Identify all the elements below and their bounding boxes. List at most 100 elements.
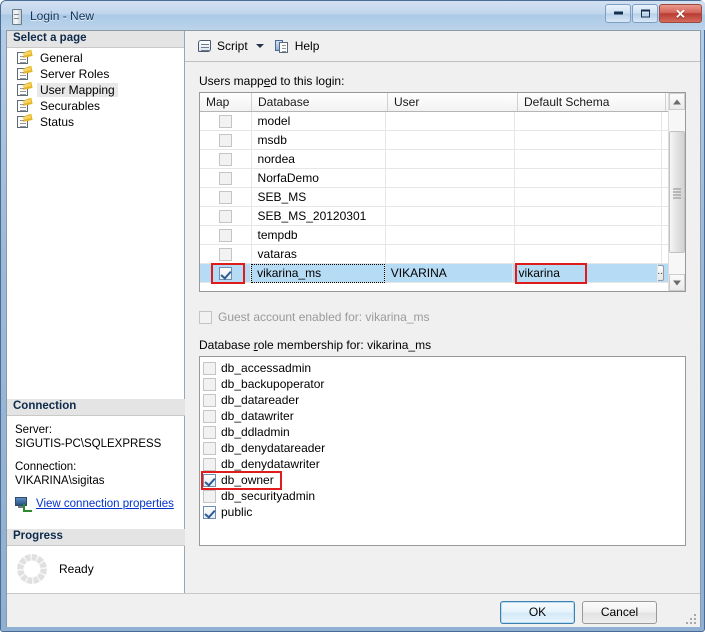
row-schema-cell[interactable] <box>515 112 663 131</box>
row-database-cell[interactable]: SEB_MS_20120301 <box>252 206 387 226</box>
map-checkbox[interactable] <box>218 171 232 185</box>
sidebar-item-server-roles[interactable]: Server Roles <box>7 66 184 82</box>
row-user-cell[interactable] <box>386 206 516 226</box>
row-database-cell[interactable]: vataras <box>252 244 387 264</box>
row-schema-cell[interactable] <box>515 225 663 245</box>
row-user-cell[interactable] <box>386 225 516 245</box>
sidebar-item-user-mapping[interactable]: User Mapping <box>7 82 184 98</box>
row-database-cell[interactable]: msdb <box>252 130 387 150</box>
table-row[interactable]: tempdb <box>200 225 668 245</box>
table-row[interactable]: SEB_MS_20120301 <box>200 206 668 226</box>
table-row[interactable]: NorfaDemo <box>200 168 668 188</box>
title-bar[interactable]: Login - New ✕ <box>1 1 705 30</box>
help-button[interactable]: Help <box>271 35 324 57</box>
row-user-cell[interactable] <box>386 187 516 207</box>
scroll-down-button[interactable] <box>669 274 685 291</box>
map-checkbox[interactable] <box>218 190 232 204</box>
row-user-cell[interactable] <box>386 112 516 131</box>
row-database-cell[interactable]: model <box>252 112 387 131</box>
row-user-cell[interactable] <box>386 244 516 264</box>
table-row[interactable]: SEB_MS <box>200 187 668 207</box>
sidebar-item-status[interactable]: Status <box>7 114 184 130</box>
list-item[interactable]: db_ddladmin <box>203 424 685 440</box>
role-checkbox[interactable] <box>203 489 216 503</box>
list-item[interactable]: public <box>203 504 685 520</box>
row-database-cell[interactable]: vikarina_ms <box>251 263 385 283</box>
minimize-button[interactable] <box>605 4 631 23</box>
row-database-cell[interactable]: NorfaDemo <box>252 168 387 188</box>
row-database-cell[interactable]: tempdb <box>252 225 387 245</box>
list-item[interactable]: db_securityadmin <box>203 488 685 504</box>
ok-button[interactable]: OK <box>500 601 575 624</box>
schema-browse-button[interactable]: ... <box>657 265 664 281</box>
row-map-cell[interactable] <box>200 263 252 283</box>
role-checkbox[interactable] <box>203 473 216 487</box>
list-item[interactable]: db_backupoperator <box>203 376 685 392</box>
role-checkbox[interactable] <box>203 441 216 455</box>
list-item-db-owner[interactable]: db_owner <box>203 472 685 488</box>
map-checkbox[interactable] <box>218 228 232 242</box>
map-checkbox[interactable] <box>218 152 232 166</box>
close-button[interactable]: ✕ <box>659 4 702 23</box>
column-header-default-schema[interactable]: Default Schema <box>518 93 666 111</box>
column-header-user[interactable]: User <box>388 93 518 111</box>
row-user-cell[interactable]: VIKARINA <box>385 263 513 283</box>
role-checkbox[interactable] <box>203 409 216 423</box>
row-map-cell[interactable] <box>200 130 252 150</box>
column-header-database[interactable]: Database <box>252 93 388 111</box>
row-schema-cell[interactable]: vikarina <box>513 263 658 283</box>
map-checkbox[interactable] <box>218 247 232 261</box>
table-row[interactable]: nordea <box>200 149 668 169</box>
sidebar-item-securables[interactable]: Securables <box>7 98 184 114</box>
maximize-button[interactable] <box>632 4 658 23</box>
row-schema-cell[interactable] <box>515 149 663 169</box>
sidebar-item-general[interactable]: General <box>7 50 184 66</box>
list-item[interactable]: db_datareader <box>203 392 685 408</box>
view-connection-properties-row[interactable]: View connection properties <box>15 497 177 512</box>
row-schema-cell[interactable] <box>515 168 663 188</box>
row-database-cell[interactable]: SEB_MS <box>252 187 387 207</box>
view-connection-properties-link[interactable]: View connection properties <box>36 497 174 511</box>
row-database-cell[interactable]: nordea <box>252 149 387 169</box>
map-checkbox[interactable] <box>218 209 232 223</box>
row-user-cell[interactable] <box>386 149 516 169</box>
row-map-cell[interactable] <box>200 187 252 207</box>
table-row[interactable]: vataras <box>200 244 668 264</box>
row-map-cell[interactable] <box>200 149 252 169</box>
resize-grip[interactable] <box>684 612 696 624</box>
scroll-up-button[interactable] <box>669 93 685 110</box>
row-map-cell[interactable] <box>200 168 252 188</box>
role-membership-list[interactable]: db_accessadmin db_backupoperator db_data… <box>199 356 686 546</box>
role-checkbox[interactable] <box>203 361 216 375</box>
role-checkbox[interactable] <box>203 505 216 519</box>
row-map-cell[interactable] <box>200 225 252 245</box>
map-checkbox[interactable] <box>218 133 232 147</box>
cancel-button[interactable]: Cancel <box>582 601 657 624</box>
grid-vertical-scrollbar[interactable] <box>668 93 685 291</box>
table-row[interactable]: msdb <box>200 130 668 150</box>
row-user-cell[interactable] <box>386 130 516 150</box>
map-checkbox[interactable] <box>218 114 232 128</box>
role-checkbox[interactable] <box>203 425 216 439</box>
row-user-cell[interactable] <box>386 168 516 188</box>
script-button[interactable]: Script <box>193 35 252 57</box>
script-dropdown-arrow-icon[interactable] <box>255 44 264 48</box>
map-checkbox[interactable] <box>218 266 232 280</box>
table-row-selected[interactable]: vikarina_ms VIKARINA vikarina ... <box>200 263 668 283</box>
row-schema-cell[interactable] <box>515 206 663 226</box>
user-mapping-grid[interactable]: Map Database User Default Schema model m… <box>199 92 686 292</box>
role-checkbox[interactable] <box>203 393 216 407</box>
role-checkbox[interactable] <box>203 457 216 471</box>
row-schema-cell[interactable] <box>515 244 663 264</box>
row-map-cell[interactable] <box>200 112 252 131</box>
role-checkbox[interactable] <box>203 377 216 391</box>
list-item[interactable]: db_accessadmin <box>203 360 685 376</box>
row-schema-cell[interactable] <box>515 187 663 207</box>
scroll-thumb[interactable] <box>669 131 685 253</box>
list-item[interactable]: db_datawriter <box>203 408 685 424</box>
row-map-cell[interactable] <box>200 244 252 264</box>
list-item[interactable]: db_denydatareader <box>203 440 685 456</box>
row-schema-cell[interactable] <box>515 130 663 150</box>
row-map-cell[interactable] <box>200 206 252 226</box>
list-item[interactable]: db_denydatawriter <box>203 456 685 472</box>
